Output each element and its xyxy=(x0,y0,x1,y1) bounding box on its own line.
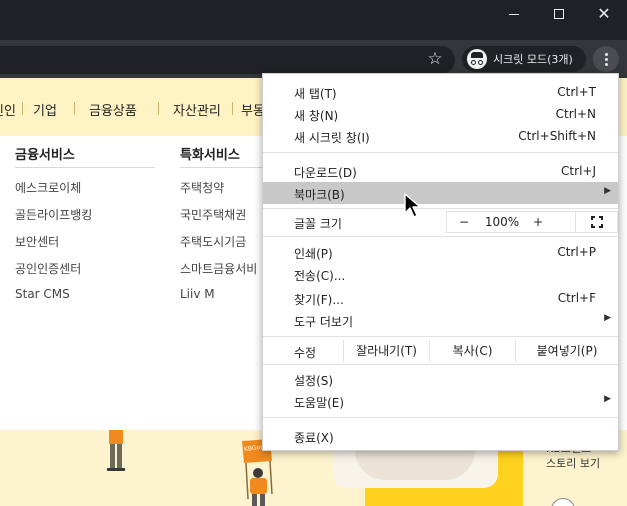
gnb-item[interactable]: 인인 xyxy=(0,100,16,119)
brand-story-line2[interactable]: 스토리 보기 xyxy=(546,455,600,471)
column-title: 특화서비스 xyxy=(180,148,240,163)
gnb-separator xyxy=(158,102,159,115)
menu-help[interactable]: 도움말(E) ▶ xyxy=(263,390,618,412)
gnb-separator xyxy=(74,102,75,115)
kebab-dot-icon xyxy=(604,62,608,66)
edit-label: 수정 xyxy=(294,346,317,360)
menu-shortcut: Ctrl+T xyxy=(557,85,596,99)
menu-new-tab[interactable]: 새 탭(T) Ctrl+T xyxy=(263,81,618,103)
mouse-cursor-icon xyxy=(404,193,421,218)
menu-bookmarks[interactable]: 북마크(B) ▶ xyxy=(263,182,618,204)
menu-separator xyxy=(263,336,618,337)
menu-exit[interactable]: 종료(X) xyxy=(263,425,618,447)
menu-shortcut: Ctrl+P xyxy=(557,245,596,259)
column-link[interactable]: 보안센터 xyxy=(15,233,59,250)
menu-shortcut: Ctrl+Shift+N xyxy=(518,129,596,143)
menu-separator xyxy=(263,236,618,237)
maximize-icon xyxy=(554,9,564,19)
close-window-button[interactable]: ✕ xyxy=(581,0,627,28)
menu-more-tools[interactable]: 도구 더보기 ▶ xyxy=(263,309,618,331)
column-link[interactable]: Star CMS xyxy=(15,287,70,301)
menu-item-label: 북마크(B) xyxy=(294,188,345,202)
menu-shortcut: Ctrl+F xyxy=(557,291,596,305)
gnb-item-asset[interactable]: 자산관리 xyxy=(173,100,221,119)
submenu-arrow-icon: ▶ xyxy=(604,186,611,196)
column-divider xyxy=(180,167,262,168)
menu-item-label: 새 창(N) xyxy=(294,109,339,123)
gnb-item-corporate[interactable]: 기업 xyxy=(33,100,57,119)
zoom-level: 100% xyxy=(484,215,520,229)
column-link[interactable]: 공인인증센터 xyxy=(15,260,81,277)
gnb-separator xyxy=(22,102,23,115)
menu-downloads[interactable]: 다운로드(D) Ctrl+J xyxy=(263,160,618,182)
menu-zoom-row: 글꼴 크기 − 100% + xyxy=(263,210,618,234)
minimize-button[interactable] xyxy=(491,0,537,28)
menu-cast[interactable]: 전송(C)... xyxy=(263,263,618,285)
menu-new-incognito-window[interactable]: 새 시크릿 창(I) Ctrl+Shift+N xyxy=(263,125,618,147)
cut-button[interactable]: 잘라내기(T) xyxy=(343,340,429,362)
menu-separator xyxy=(263,364,618,365)
menu-item-label: 종료(X) xyxy=(294,431,334,445)
column-link[interactable]: 스마트금융서비 xyxy=(180,260,257,277)
menu-shortcut: Ctrl+J xyxy=(561,164,596,178)
menu-item-label: 새 탭(T) xyxy=(294,87,337,101)
menu-separator xyxy=(263,208,618,209)
address-bar[interactable] xyxy=(0,46,455,74)
menu-settings[interactable]: 설정(S) xyxy=(263,368,618,390)
column-divider xyxy=(15,167,155,168)
copy-button[interactable]: 복사(C) xyxy=(429,340,515,362)
menu-separator xyxy=(263,417,618,418)
zoom-in-button[interactable]: + xyxy=(527,210,549,234)
fullscreen-button[interactable] xyxy=(576,211,618,233)
column-link[interactable]: 주택도시기금 xyxy=(180,233,246,250)
column-link[interactable]: 주택청약 xyxy=(180,179,224,196)
menu-item-label: 도구 더보기 xyxy=(294,315,354,329)
person-illustration xyxy=(107,430,125,471)
gnb-item-products[interactable]: 금융상품 xyxy=(89,100,137,119)
menu-item-label: 설정(S) xyxy=(294,374,334,388)
zoom-out-button[interactable]: − xyxy=(451,210,477,234)
fullscreen-icon xyxy=(590,216,603,228)
maximize-button[interactable] xyxy=(536,0,582,28)
menu-new-window[interactable]: 새 창(N) Ctrl+N xyxy=(263,103,618,125)
menu-item-label: 인쇄(P) xyxy=(294,247,333,261)
zoom-label: 글꼴 크기 xyxy=(294,217,342,231)
column-title: 금융서비스 xyxy=(15,148,75,163)
submenu-arrow-icon: ▶ xyxy=(604,313,611,323)
column-link[interactable]: 에스크로이체 xyxy=(15,179,81,196)
incognito-label: 시크릿 모드(3개) xyxy=(493,53,573,66)
minimize-icon xyxy=(509,13,519,15)
kebab-dot-icon xyxy=(604,52,608,56)
menu-item-label: 전송(C)... xyxy=(294,269,346,283)
menu-print[interactable]: 인쇄(P) Ctrl+P xyxy=(263,241,618,263)
close-icon: ✕ xyxy=(597,4,611,23)
column-link[interactable]: 골든라이프뱅킹 xyxy=(15,206,92,223)
chrome-menu-button[interactable] xyxy=(593,46,619,72)
kebab-dot-icon xyxy=(604,57,608,61)
menu-item-label: 다운로드(D) xyxy=(294,166,357,180)
menu-item-label: 찾기(F)... xyxy=(294,293,344,307)
incognito-icon xyxy=(467,49,487,69)
menu-find[interactable]: 찾기(F)... Ctrl+F xyxy=(263,287,618,309)
paste-button[interactable]: 붙여넣기(P) xyxy=(515,340,618,362)
incognito-indicator[interactable]: 시크릿 모드(3개) xyxy=(462,46,586,72)
menu-item-label: 도움말(E) xyxy=(294,396,345,410)
menu-separator xyxy=(263,152,618,153)
submenu-arrow-icon: ▶ xyxy=(604,394,611,404)
column-link[interactable]: 국민주택채권 xyxy=(180,206,246,223)
gnb-separator xyxy=(232,102,233,115)
column-link[interactable]: Liiv M xyxy=(180,287,215,301)
menu-shortcut: Ctrl+N xyxy=(555,107,596,121)
bookmark-star-icon[interactable]: ☆ xyxy=(425,49,445,69)
menu-edit-row: 수정 잘라내기(T) 복사(C) 붙여넣기(P) xyxy=(263,340,618,362)
menu-item-label: 새 시크릿 창(I) xyxy=(294,131,370,145)
chrome-app-menu: 새 탭(T) Ctrl+T 새 창(N) Ctrl+N 새 시크릿 창(I) C… xyxy=(262,73,619,451)
